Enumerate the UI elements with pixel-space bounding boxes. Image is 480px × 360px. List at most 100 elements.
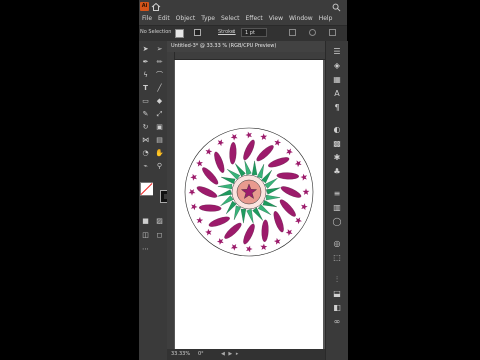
ring-star bbox=[285, 229, 293, 236]
transform-icon[interactable] bbox=[309, 29, 316, 36]
stroke-color-swatch[interactable] bbox=[194, 29, 201, 36]
scale-tool-icon[interactable]: ⤢ bbox=[155, 110, 164, 119]
eraser-tool-icon[interactable]: ◆ bbox=[155, 97, 164, 106]
document-tab[interactable]: Untitled-3* @ 33.33 % (RGB/CPU Preview) bbox=[167, 41, 337, 52]
gradient-icon[interactable]: ▥ bbox=[332, 203, 342, 213]
horizontal-ruler[interactable] bbox=[174, 52, 334, 67]
curvature-tool-icon[interactable]: ϟ bbox=[141, 71, 150, 80]
menu-help[interactable]: Help bbox=[316, 14, 336, 23]
eyedropper-tool-icon[interactable]: ⌁ bbox=[141, 162, 150, 171]
tools-panel-column-2: ➢ ✏ ⌒ ╱ ◆ ⤢ ▣ ▤ ✋ ⚲ ▨ ◻ bbox=[153, 41, 172, 360]
swatches-icon[interactable]: ▩ bbox=[332, 139, 342, 149]
menu-bar: Ai File Edit Object Type Select Effect V… bbox=[139, 0, 347, 25]
paintbrush-tool-icon[interactable]: ✎ bbox=[141, 110, 150, 119]
menu-edit[interactable]: Edit bbox=[155, 14, 173, 23]
layers-icon[interactable]: ◈ bbox=[332, 61, 342, 71]
links-icon[interactable]: ∞ bbox=[332, 317, 342, 327]
type-tool-icon[interactable]: T bbox=[141, 84, 150, 93]
edit-toolbar-icon[interactable]: ⋯ bbox=[141, 245, 150, 254]
anchor-tool-icon[interactable]: ⌒ bbox=[155, 71, 164, 80]
stroke-icon[interactable]: ≡ bbox=[332, 189, 342, 199]
shape-builder-tool-icon[interactable]: ◔ bbox=[141, 149, 150, 158]
ring-star bbox=[302, 188, 310, 195]
home-icon[interactable] bbox=[151, 2, 161, 12]
brushes-icon[interactable]: ✱ bbox=[332, 153, 342, 163]
appearance-icon[interactable]: ◎ bbox=[332, 239, 342, 249]
search-icon[interactable] bbox=[332, 3, 341, 12]
zoom-tool-icon[interactable]: ⚲ bbox=[155, 162, 164, 171]
draw-mode-icon[interactable]: ◫ bbox=[141, 231, 150, 240]
ring-star bbox=[245, 131, 252, 139]
status-bar: 33.33% 0° ◀ ▶ ▸ bbox=[167, 349, 347, 360]
canvas[interactable] bbox=[174, 60, 334, 349]
ring-star bbox=[205, 148, 213, 155]
magenta-leaf bbox=[243, 139, 255, 161]
align-icon[interactable] bbox=[289, 29, 296, 36]
symbols-icon[interactable]: ♣ bbox=[332, 167, 342, 177]
right-panel-dock: ☰ ◈ ▦ A ¶ ◐ ▩ ✱ ♣ ≡ ▥ ◯ ◎ ⬚ ⫶ ⬓ ◧ ∞ bbox=[325, 41, 348, 360]
magenta-leaf bbox=[224, 222, 242, 239]
ring-star bbox=[190, 173, 197, 181]
properties-icon[interactable]: ☰ bbox=[332, 47, 342, 57]
ring-star bbox=[196, 216, 204, 224]
magenta-leaf bbox=[256, 145, 274, 162]
fill-color-swatch[interactable] bbox=[175, 29, 184, 38]
stroke-weight-field[interactable]: 1 pt bbox=[241, 28, 267, 37]
menu-type[interactable]: Type bbox=[198, 14, 218, 23]
mandala-artwork[interactable] bbox=[175, 60, 323, 349]
direct-selection-tool-icon[interactable]: ➢ bbox=[155, 45, 164, 54]
pencil-tool-icon[interactable]: ✏ bbox=[155, 58, 164, 67]
menu-view[interactable]: View bbox=[266, 14, 286, 23]
ring-star bbox=[260, 243, 268, 251]
rotate-tool-icon[interactable]: ↻ bbox=[141, 123, 150, 132]
menu-window[interactable]: Window bbox=[286, 14, 316, 23]
color-icon[interactable]: ◐ bbox=[332, 125, 342, 135]
magenta-leaf bbox=[229, 142, 237, 165]
rotation-angle[interactable]: 0° bbox=[198, 351, 204, 357]
libraries-icon[interactable]: ▦ bbox=[332, 75, 342, 85]
pen-tool-icon[interactable]: ✒ bbox=[141, 58, 150, 67]
line-tool-icon[interactable]: ╱ bbox=[155, 84, 164, 93]
ring-star bbox=[295, 217, 302, 225]
gradient-tool-icon[interactable]: ▤ bbox=[155, 136, 164, 145]
artboard-navigation[interactable]: ◀ ▶ ▸ bbox=[221, 351, 239, 357]
ring-star bbox=[294, 160, 302, 168]
transparency-icon[interactable]: ◯ bbox=[332, 217, 342, 227]
ring-star bbox=[188, 189, 196, 196]
ring-star bbox=[246, 245, 253, 253]
rectangle-tool-icon[interactable]: ▭ bbox=[141, 97, 150, 106]
app-logo: Ai bbox=[140, 2, 149, 11]
selection-tool-icon[interactable]: ➤ bbox=[141, 45, 150, 54]
pathfinder-icon[interactable]: ◧ bbox=[332, 303, 342, 313]
green-blade bbox=[251, 160, 258, 176]
ring-star bbox=[190, 203, 198, 211]
stroke-stepper-icon[interactable]: ⇕ bbox=[232, 28, 240, 37]
illustrator-window: Ai File Edit Object Type Select Effect V… bbox=[139, 0, 347, 360]
menu-effect[interactable]: Effect bbox=[243, 14, 266, 23]
green-blade bbox=[221, 176, 236, 185]
menu-select[interactable]: Select bbox=[218, 14, 243, 23]
graphic-styles-icon[interactable]: ⬚ bbox=[332, 253, 342, 263]
color-mode-icon[interactable]: ■ bbox=[141, 217, 150, 226]
character-icon[interactable]: A bbox=[332, 89, 342, 99]
free-transform-tool-icon[interactable]: ▣ bbox=[155, 123, 164, 132]
align-icon[interactable]: ⫶ bbox=[332, 275, 342, 285]
hand-tool-icon[interactable]: ✋ bbox=[155, 149, 164, 158]
none-mode-icon[interactable]: ◻ bbox=[155, 231, 164, 240]
fill-swatch[interactable] bbox=[140, 182, 154, 196]
ring-star bbox=[230, 133, 238, 141]
magenta-leaf bbox=[261, 219, 269, 242]
more-options-icon[interactable] bbox=[329, 29, 336, 36]
green-blade bbox=[262, 199, 277, 208]
artboard[interactable] bbox=[175, 60, 323, 349]
transform-icon[interactable]: ⬓ bbox=[332, 289, 342, 299]
zoom-level[interactable]: 33.33% bbox=[171, 351, 190, 357]
width-tool-icon[interactable]: ⋈ bbox=[141, 136, 150, 145]
green-blade bbox=[217, 183, 233, 190]
ring-star bbox=[205, 228, 212, 236]
gradient-mode-icon[interactable]: ▨ bbox=[155, 217, 164, 226]
menu-file[interactable]: File bbox=[139, 14, 155, 23]
paragraph-icon[interactable]: ¶ bbox=[332, 103, 342, 113]
ring-star bbox=[216, 238, 224, 245]
menu-object[interactable]: Object bbox=[173, 14, 199, 23]
